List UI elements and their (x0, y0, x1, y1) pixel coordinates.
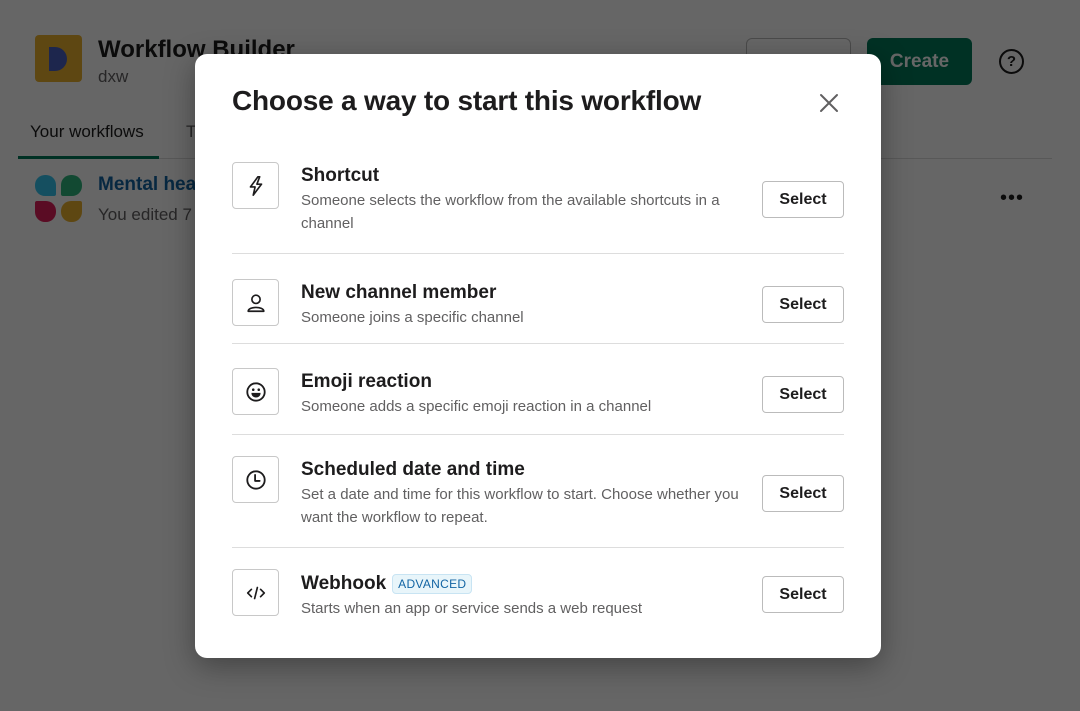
option-title: Webhook (301, 573, 387, 594)
option-webhook: Webhook ADVANCED Starts when an app or s… (232, 548, 844, 638)
option-title: Scheduled date and time (301, 459, 525, 480)
person-icon (246, 293, 265, 312)
option-icon-box (232, 162, 279, 209)
option-description: Someone selects the workflow from the av… (301, 192, 720, 232)
select-scheduled-button[interactable]: Select (762, 475, 844, 512)
option-icon-box (232, 279, 279, 326)
option-new-channel-member: New channel member Someone joins a speci… (232, 254, 844, 344)
select-webhook-button[interactable]: Select (762, 576, 844, 613)
modal-title: Choose a way to start this workflow (232, 85, 702, 116)
advanced-badge: ADVANCED (392, 574, 473, 594)
select-new-channel-member-button[interactable]: Select (762, 286, 844, 323)
option-title: New channel member (301, 282, 497, 303)
option-title: Shortcut (301, 165, 380, 186)
clock-icon (245, 469, 266, 490)
option-description: Set a date and time for this workflow to… (301, 486, 739, 526)
code-icon (246, 586, 265, 599)
option-description: Someone adds a specific emoji reaction i… (301, 398, 652, 415)
option-icon-box (232, 368, 279, 415)
option-description: Someone joins a specific channel (301, 309, 524, 326)
start-workflow-modal: Choose a way to start this workflow Shor… (195, 54, 881, 658)
select-emoji-reaction-button[interactable]: Select (762, 376, 844, 413)
select-shortcut-button[interactable]: Select (762, 181, 844, 218)
emoji-icon (245, 381, 266, 402)
option-icon-box (232, 569, 279, 616)
option-scheduled-date-time: Scheduled date and time Set a date and t… (232, 435, 844, 548)
lightning-icon (249, 175, 262, 196)
close-icon (820, 94, 838, 112)
option-emoji-reaction: Emoji reaction Someone adds a specific e… (232, 344, 844, 435)
trigger-option-list: Shortcut Someone selects the workflow fr… (232, 150, 844, 638)
option-title-row: Webhook ADVANCED (301, 572, 751, 596)
close-button[interactable] (817, 91, 841, 115)
option-description: Starts when an app or service sends a we… (301, 600, 643, 617)
option-icon-box (232, 456, 279, 503)
option-shortcut: Shortcut Someone selects the workflow fr… (232, 150, 844, 254)
option-title: Emoji reaction (301, 371, 432, 392)
